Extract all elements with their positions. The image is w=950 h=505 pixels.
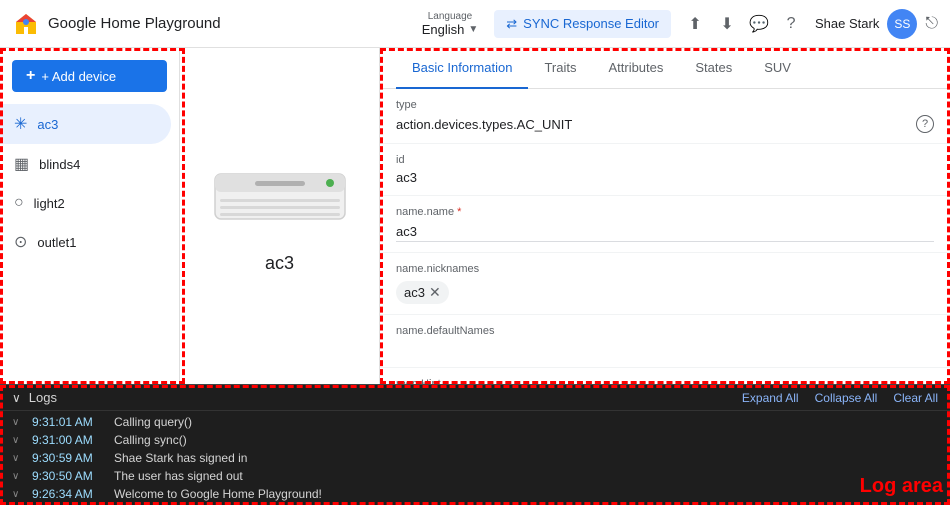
expand-all-button[interactable]: Expand All bbox=[742, 391, 799, 405]
info-content: type action.devices.types.AC_UNIT ? id a… bbox=[380, 89, 950, 384]
add-device-button[interactable]: + + Add device bbox=[12, 60, 167, 92]
google-home-icon bbox=[12, 10, 40, 38]
language-selector[interactable]: Language English ▼ bbox=[422, 11, 479, 37]
sidebar: + + Add device ✳ ac3 ▦ blinds4 ○ light2 … bbox=[0, 48, 180, 384]
log-toggle-icon[interactable]: ∨ bbox=[12, 471, 24, 482]
light-icon: ○ bbox=[14, 194, 24, 212]
tab-basic-information[interactable]: Basic Information bbox=[396, 48, 528, 89]
nickname-chip: ac3 ✕ bbox=[396, 281, 449, 304]
export-button[interactable]: ⬆ bbox=[679, 8, 711, 40]
log-message: Welcome to Google Home Playground! bbox=[114, 487, 322, 501]
outlet-icon: ⊙ bbox=[14, 232, 27, 252]
log-title: Logs bbox=[29, 390, 57, 405]
log-time: 9:30:59 AM bbox=[32, 451, 102, 465]
help-button[interactable]: ? bbox=[775, 8, 807, 40]
main-area: + + Add device ✳ ac3 ▦ blinds4 ○ light2 … bbox=[0, 48, 950, 384]
field-nicknames-label: name.nicknames bbox=[396, 263, 934, 275]
nickname-value: ac3 bbox=[404, 285, 425, 300]
chevron-down-icon: ▼ bbox=[468, 24, 478, 35]
log-time: 9:30:50 AM bbox=[32, 469, 102, 483]
log-toggle-icon[interactable]: ∨ bbox=[12, 453, 24, 464]
tabs-bar: Basic Information Traits Attributes Stat… bbox=[380, 48, 950, 89]
logo: Google Home Playground bbox=[12, 10, 221, 38]
collapse-all-button[interactable]: Collapse All bbox=[815, 391, 878, 405]
log-toggle-icon[interactable]: ∨ bbox=[12, 489, 24, 500]
log-entries: ∨ 9:31:01 AM Calling query() ∨ 9:31:00 A… bbox=[0, 411, 950, 505]
tab-suv[interactable]: SUV bbox=[748, 48, 807, 89]
sidebar-item-label: outlet1 bbox=[37, 235, 76, 250]
avatar: SS bbox=[887, 9, 917, 39]
field-type-label: type bbox=[396, 99, 934, 111]
log-toggle-icon[interactable]: ∨ bbox=[12, 417, 24, 428]
download-button[interactable]: ⬇ bbox=[711, 8, 743, 40]
help-icon[interactable]: ? bbox=[916, 115, 934, 133]
ac-unit-image bbox=[210, 159, 350, 229]
comment-button[interactable]: 💬 bbox=[743, 8, 775, 40]
log-toggle-icon[interactable]: ∨ bbox=[12, 435, 24, 446]
field-name-input[interactable] bbox=[396, 222, 934, 242]
log-message: The user has signed out bbox=[114, 469, 243, 483]
sidebar-item-light2[interactable]: ○ light2 bbox=[0, 184, 171, 222]
plus-icon: + bbox=[26, 67, 35, 85]
sidebar-item-label: ac3 bbox=[37, 117, 58, 132]
user-profile[interactable]: Shae Stark SS ⎋ bbox=[815, 9, 938, 39]
log-actions: Expand All Collapse All Clear All bbox=[742, 391, 938, 405]
sidebar-item-outlet1[interactable]: ⊙ outlet1 bbox=[0, 222, 171, 262]
log-time: 9:31:00 AM bbox=[32, 433, 102, 447]
field-id: id ac3 bbox=[380, 144, 950, 196]
field-default-names: name.defaultNames bbox=[380, 315, 950, 368]
device-name-display: ac3 bbox=[265, 253, 294, 274]
sidebar-item-label: blinds4 bbox=[39, 157, 80, 172]
log-message: Calling query() bbox=[114, 415, 192, 429]
field-type: type action.devices.types.AC_UNIT ? bbox=[380, 89, 950, 144]
field-default-names-label: name.defaultNames bbox=[396, 325, 934, 337]
field-default-names-value bbox=[396, 341, 934, 357]
field-name: name.name * bbox=[380, 196, 950, 253]
device-image-panel: ac3 bbox=[180, 48, 380, 384]
sidebar-item-ac3[interactable]: ✳ ac3 bbox=[0, 104, 171, 144]
field-room-hint: roomHint Playground bbox=[380, 368, 950, 384]
field-nicknames: name.nicknames ac3 ✕ bbox=[380, 253, 950, 315]
log-message: Calling sync() bbox=[114, 433, 187, 447]
log-message: Shae Stark has signed in bbox=[114, 451, 247, 465]
logout-icon: ⎋ bbox=[925, 15, 938, 33]
username: Shae Stark bbox=[815, 16, 879, 31]
field-name-label: name.name * bbox=[396, 206, 934, 218]
log-chevron-icon[interactable]: ∨ bbox=[12, 391, 21, 405]
log-area: ∨ Logs Expand All Collapse All Clear All… bbox=[0, 384, 950, 505]
snowflake-icon: ✳ bbox=[14, 114, 27, 134]
chip-remove-icon[interactable]: ✕ bbox=[429, 284, 441, 301]
language-label: Language bbox=[428, 11, 473, 22]
blinds-icon: ▦ bbox=[14, 154, 29, 174]
tab-attributes[interactable]: Attributes bbox=[592, 48, 679, 89]
field-type-value: action.devices.types.AC_UNIT bbox=[396, 117, 572, 132]
log-time: 9:31:01 AM bbox=[32, 415, 102, 429]
clear-all-button[interactable]: Clear All bbox=[893, 391, 938, 405]
field-id-value: ac3 bbox=[396, 170, 417, 185]
log-entry: ∨ 9:26:34 AM Welcome to Google Home Play… bbox=[0, 485, 950, 503]
log-entry: ∨ 9:31:00 AM Calling sync() bbox=[0, 431, 950, 449]
tab-traits[interactable]: Traits bbox=[528, 48, 592, 89]
app-title: Google Home Playground bbox=[48, 15, 221, 32]
log-entry: ∨ 9:30:59 AM Shae Stark has signed in bbox=[0, 449, 950, 467]
field-id-label: id bbox=[396, 154, 934, 166]
language-value: English bbox=[422, 22, 465, 37]
sync-icon: ⇄ bbox=[506, 16, 517, 32]
topbar: Google Home Playground Language English … bbox=[0, 0, 950, 48]
log-time: 9:26:34 AM bbox=[32, 487, 102, 501]
sidebar-item-blinds4[interactable]: ▦ blinds4 bbox=[0, 144, 171, 184]
tab-states[interactable]: States bbox=[679, 48, 748, 89]
sync-response-editor-button[interactable]: ⇄ SYNC Response Editor bbox=[494, 10, 671, 38]
log-header: ∨ Logs Expand All Collapse All Clear All bbox=[0, 385, 950, 411]
log-entry: ∨ 9:31:01 AM Calling query() bbox=[0, 413, 950, 431]
info-panel: Basic Information Traits Attributes Stat… bbox=[380, 48, 950, 384]
log-entry: ∨ 9:30:50 AM The user has signed out bbox=[0, 467, 950, 485]
sidebar-item-label: light2 bbox=[34, 196, 65, 211]
